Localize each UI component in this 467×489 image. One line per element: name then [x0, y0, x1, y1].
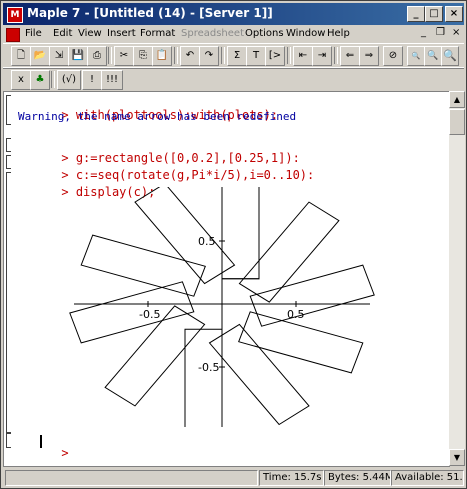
back-icon[interactable]: ⇐: [340, 46, 360, 66]
print-icon[interactable]: ⎙: [87, 46, 107, 66]
mdi-close-button[interactable]: ×: [452, 27, 460, 38]
context-toolbar: x ♣ (√) ! !!!: [3, 67, 464, 93]
x-tick-label: -0.5: [139, 308, 160, 321]
rotated-rectangle: [221, 187, 260, 280]
rotated-rectangle: [221, 187, 260, 280]
sigma-icon[interactable]: Σ: [227, 46, 247, 66]
copy-icon[interactable]: ⎘: [133, 46, 153, 66]
toolbar-separator: [287, 47, 291, 64]
status-time: Time: 15.7s: [259, 470, 324, 486]
prompt: >: [61, 446, 69, 460]
rotated-rectangle: [80, 234, 206, 297]
stop-icon[interactable]: ⊘: [383, 46, 403, 66]
maple-leaf-icon[interactable]: M: [7, 7, 23, 23]
zoom-large-icon[interactable]: 🔍: [441, 46, 459, 66]
toolbar-separator: [334, 47, 338, 64]
status-available: Available: 51.1M: [391, 470, 464, 486]
zoom-small-icon[interactable]: 🔍: [407, 46, 425, 66]
minimize-button[interactable]: _: [407, 6, 425, 22]
cut-icon[interactable]: ✂: [114, 46, 134, 66]
y-tick-label: -0.5: [198, 361, 219, 374]
prompt-icon[interactable]: [>: [265, 46, 285, 66]
maple-input-icon[interactable]: ♣: [30, 70, 50, 90]
menu-options[interactable]: Options: [245, 28, 284, 39]
menu-help[interactable]: Help: [327, 28, 350, 39]
text-icon[interactable]: T: [246, 46, 266, 66]
y-tick-label: 0.5: [198, 235, 216, 248]
menu-spreadsheet[interactable]: Spreadsheet: [181, 28, 244, 39]
input-line[interactable]: >: [18, 432, 76, 466]
status-bytes: Bytes: 5.44M: [324, 470, 391, 486]
close-button[interactable]: ×: [445, 6, 463, 22]
toolbar-separator: [221, 47, 225, 64]
mdi-minimize-button[interactable]: _: [421, 27, 426, 38]
outdent-icon[interactable]: ⇥: [312, 46, 332, 66]
rotated-rectangle: [184, 328, 223, 427]
mdi-restore-button[interactable]: ❐: [436, 27, 445, 38]
warning-output: Warning, the name arrow has been redefin…: [18, 110, 297, 123]
vertical-scrollbar[interactable]: ▲ ▼: [449, 91, 465, 466]
menu-bar: File Edit View Insert Format Spreadsheet…: [3, 26, 464, 43]
menu-format[interactable]: Format: [140, 28, 175, 39]
rotated-rectangle: [238, 201, 340, 303]
redo-icon[interactable]: ↷: [199, 46, 219, 66]
execution-group-bracket[interactable]: [6, 432, 11, 448]
text-cursor: [40, 435, 42, 448]
rotated-rectangle: [134, 187, 236, 285]
undo-icon[interactable]: ↶: [180, 46, 200, 66]
indent-icon[interactable]: ⇤: [293, 46, 313, 66]
scroll-thumb[interactable]: [449, 109, 465, 135]
open-url-icon[interactable]: ⇲: [49, 46, 69, 66]
plot-output[interactable]: -0.5 0.5 0.5 -0.5: [4, 187, 449, 427]
paste-icon[interactable]: 📋: [152, 46, 172, 66]
x-tick-label: 0.5: [287, 308, 305, 321]
math-mode-icon[interactable]: x: [11, 70, 31, 90]
main-toolbar: 🗋 📂 ⇲ 💾 ⎙ ✂ ⎘ 📋 ↶ ↷ Σ T [> ⇤ ⇥ ⇐ ⇒ ⊘ 🔍 🔍…: [3, 43, 464, 69]
toolbar-separator: [51, 71, 55, 88]
menu-view[interactable]: View: [78, 28, 102, 39]
menu-window[interactable]: Window: [286, 28, 325, 39]
menu-edit[interactable]: Edit: [53, 28, 72, 39]
execute-icon[interactable]: !: [82, 70, 102, 90]
sqrt-icon[interactable]: (√): [57, 70, 81, 90]
rotated-rectangle: [208, 323, 310, 426]
toolbar-separator: [108, 47, 112, 64]
document-icon[interactable]: [6, 28, 20, 42]
worksheet[interactable]: > with(plottools):with(plots): Warning, …: [3, 91, 450, 467]
scroll-down-arrow-icon[interactable]: ▼: [449, 449, 465, 466]
execution-group-bracket[interactable]: [6, 95, 11, 125]
maximize-button[interactable]: □: [425, 6, 443, 22]
save-icon[interactable]: 💾: [68, 46, 88, 66]
window-title: Maple 7 - [Untitled (14) - [Server 1]]: [27, 6, 273, 20]
app-window: M Maple 7 - [Untitled (14) - [Server 1]]…: [0, 0, 467, 489]
zoom-medium-icon[interactable]: 🔍: [424, 46, 442, 66]
new-file-icon[interactable]: 🗋: [11, 46, 31, 66]
menu-insert[interactable]: Insert: [107, 28, 136, 39]
scroll-up-arrow-icon[interactable]: ▲: [449, 91, 465, 108]
status-bar: Time: 15.7s Bytes: 5.44M Available: 51.1…: [3, 469, 464, 487]
status-message: [5, 470, 258, 486]
open-file-icon[interactable]: 📂: [30, 46, 50, 66]
execution-group-bracket[interactable]: [6, 155, 11, 169]
toolbar-separator: [174, 47, 178, 64]
forward-icon[interactable]: ⇒: [359, 46, 379, 66]
title-bar[interactable]: M Maple 7 - [Untitled (14) - [Server 1]]…: [3, 3, 464, 25]
menu-file[interactable]: File: [25, 28, 42, 39]
execute-all-icon[interactable]: !!!: [101, 70, 123, 90]
execution-group-bracket[interactable]: [6, 138, 11, 152]
